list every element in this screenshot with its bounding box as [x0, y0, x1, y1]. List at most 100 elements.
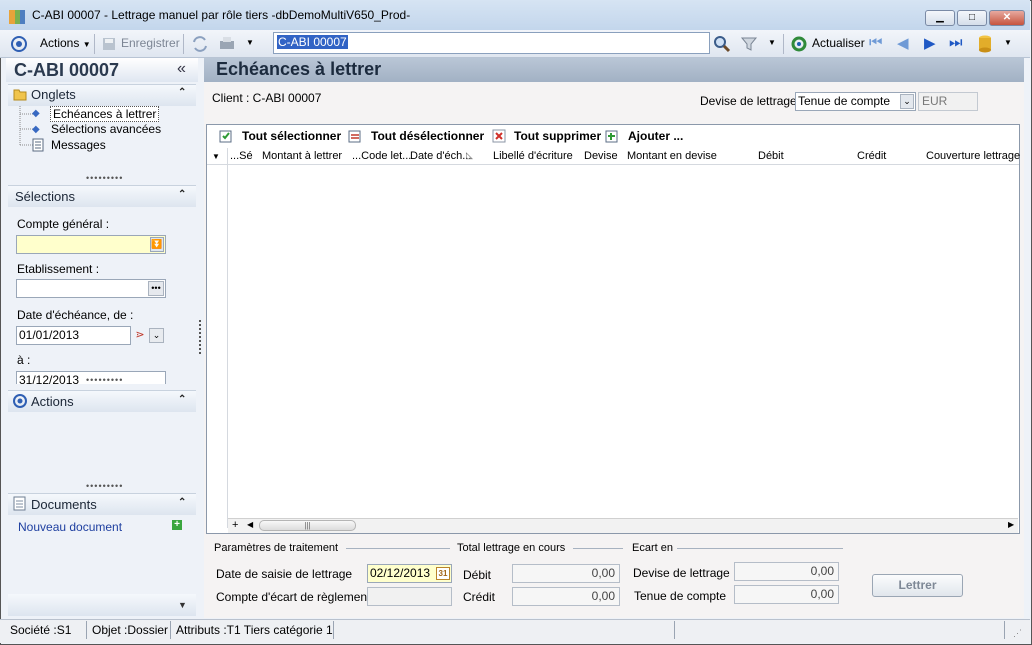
window-title: C-ABI 00007 - Lettrage manuel par rôle t… — [32, 8, 411, 22]
scroll-right-icon[interactable]: ▶ — [1008, 520, 1014, 529]
print-icon[interactable] — [217, 35, 237, 53]
previous-record-icon[interactable]: ◀ — [897, 34, 909, 52]
collapse-chevron-icon[interactable]: ⌃ — [178, 87, 186, 98]
deselect-all-button[interactable]: Tout désélectionner — [371, 129, 484, 143]
lettrer-button[interactable]: Lettrer — [872, 574, 963, 597]
etablissement-label: Etablissement : — [17, 262, 100, 276]
column-header-devise[interactable]: Devise — [584, 150, 618, 162]
divider — [677, 548, 843, 549]
scroll-down-icon[interactable]: ▼ — [178, 600, 187, 610]
splitter-grip[interactable]: ••••••••• — [86, 173, 123, 183]
browse-ellipsis-icon[interactable]: ••• — [148, 281, 164, 296]
ecart-tenue-label: Tenue de compte — [634, 589, 727, 603]
splitter-grip[interactable]: ••••••••• — [86, 375, 123, 385]
close-button[interactable]: ✕ — [989, 10, 1025, 26]
search-icon[interactable] — [713, 35, 731, 53]
dropdown-arrow-icon: ▼ — [82, 40, 91, 49]
add-row-button[interactable]: Ajouter ... — [628, 129, 683, 143]
delete-all-button[interactable]: Tout supprimer — [514, 129, 601, 143]
sync-icon[interactable] — [191, 35, 209, 53]
add-icon[interactable]: + — [172, 520, 182, 530]
tab-diamond-icon: ◆ — [32, 124, 40, 135]
status-separator — [86, 621, 87, 639]
save-button[interactable]: Enregistrer — [121, 36, 180, 50]
collapse-panel-button[interactable]: « — [177, 60, 186, 78]
compte-ecart-field[interactable] — [367, 587, 452, 606]
dropdown-arrow-icon[interactable]: ⌄ — [900, 94, 914, 109]
date-to-label: à : — [17, 353, 31, 367]
devise-lettrage-value: Tenue de compte — [798, 94, 891, 108]
column-header-debit[interactable]: Débit — [758, 150, 784, 162]
delete-all-icon — [492, 129, 506, 143]
ecart-section-label: Ecart en — [632, 542, 673, 554]
status-separator — [674, 621, 675, 639]
calendar-icon[interactable]: ⋗ — [133, 328, 147, 343]
double-chevron-down-icon[interactable]: ⏬ — [150, 237, 164, 252]
page-title: Echéances à lettrer — [216, 59, 382, 79]
column-header-credit[interactable]: Crédit — [857, 150, 886, 162]
scroll-left-icon[interactable]: ◀ — [247, 520, 253, 529]
date-from-label: Date d'échéance, de : — [17, 308, 134, 322]
column-header-date-echeance[interactable]: Date d'éch... — [410, 150, 471, 162]
splitter-grip[interactable]: ••••••••• — [86, 481, 123, 491]
column-header-couverture[interactable]: Couverture lettrage — [926, 150, 1020, 162]
devise-lettrage-select[interactable]: Tenue de compte — [795, 92, 916, 111]
calendar-icon[interactable]: 31 — [436, 567, 450, 580]
collapse-chevron-icon[interactable]: ⌃ — [178, 394, 186, 405]
search-input-value: C-ABI 00007 — [277, 35, 348, 49]
print-dropdown-icon[interactable]: ▼ — [246, 38, 254, 47]
collapse-chevron-icon[interactable]: ⌃ — [178, 189, 186, 200]
tab-selections-avancees[interactable]: Sélections avancées — [51, 122, 161, 136]
date-saisie-label: Date de saisie de lettrage — [216, 567, 353, 581]
select-all-icon — [219, 130, 232, 143]
maximize-button[interactable]: □ — [957, 10, 987, 26]
column-header-code-lettrage[interactable]: ...Code let... — [352, 150, 411, 162]
compte-general-field[interactable] — [16, 235, 166, 254]
tab-messages[interactable]: Messages — [51, 138, 106, 152]
column-header-montant-devise[interactable]: Montant en devise — [627, 150, 717, 162]
search-input[interactable]: C-ABI 00007 — [273, 32, 710, 54]
total-section-label: Total lettrage en cours — [457, 542, 566, 554]
select-all-button[interactable]: Tout sélectionner — [242, 129, 341, 143]
echeances-grid — [206, 124, 1020, 534]
divider — [346, 548, 450, 549]
first-record-icon[interactable]: ⏮ — [869, 34, 883, 51]
sort-indicator-icon: ◺ — [466, 150, 473, 160]
grid-menu-icon[interactable]: ▼ — [212, 152, 220, 161]
minimize-button[interactable]: ▁ — [925, 10, 955, 26]
database-icon[interactable] — [977, 34, 993, 54]
app-icon — [9, 10, 25, 24]
column-header-se[interactable]: ...Sé — [230, 150, 253, 162]
new-document-link[interactable]: Nouveau document — [18, 520, 122, 534]
compte-general-label: Compte général : — [17, 217, 110, 231]
toolbar-separator — [783, 34, 784, 54]
total-credit-label: Crédit — [463, 590, 496, 604]
devise-code-field: EUR — [918, 92, 978, 111]
column-header-montant[interactable]: Montant à lettrer — [262, 150, 342, 162]
toolbar-separator — [94, 34, 95, 54]
status-attributs: Attributs :T1 Tiers catégorie 1 — [176, 623, 333, 637]
column-header-libelle[interactable]: Libellé d'écriture — [493, 150, 573, 162]
etablissement-field[interactable] — [16, 279, 166, 298]
last-record-icon[interactable]: ⏭ — [949, 34, 963, 51]
refresh-button[interactable]: Actualiser — [812, 36, 865, 50]
dropdown-arrow-icon[interactable]: ⌄ — [149, 328, 164, 343]
navigation-target-icon[interactable] — [10, 35, 28, 53]
tabs-section-label: Onglets — [31, 87, 76, 102]
ecart-devise-value: 0,00 — [734, 562, 839, 581]
actions-menu-button[interactable]: Actions ▼ — [40, 36, 91, 50]
database-dropdown-icon[interactable]: ▼ — [1004, 38, 1012, 47]
filter-icon[interactable] — [740, 35, 758, 53]
expand-plus-icon[interactable]: + — [232, 519, 238, 531]
record-title: C-ABI 00007 — [14, 60, 120, 80]
tab-echeances[interactable]: Echéances à lettrer — [50, 106, 160, 122]
filter-dropdown-icon[interactable]: ▼ — [768, 38, 776, 47]
pane-splitter-grip[interactable] — [199, 320, 202, 354]
resize-grip-icon[interactable]: ⋰ — [1013, 628, 1022, 639]
date-from-field[interactable]: 01/01/2013 — [16, 326, 131, 345]
total-debit-value: 0,00 — [512, 564, 620, 583]
scrollbar-thumb[interactable]: ||| — [259, 520, 356, 531]
next-record-icon[interactable]: ▶ — [924, 34, 936, 52]
left-panel-footer — [8, 594, 196, 616]
collapse-chevron-icon[interactable]: ⌃ — [178, 497, 186, 508]
